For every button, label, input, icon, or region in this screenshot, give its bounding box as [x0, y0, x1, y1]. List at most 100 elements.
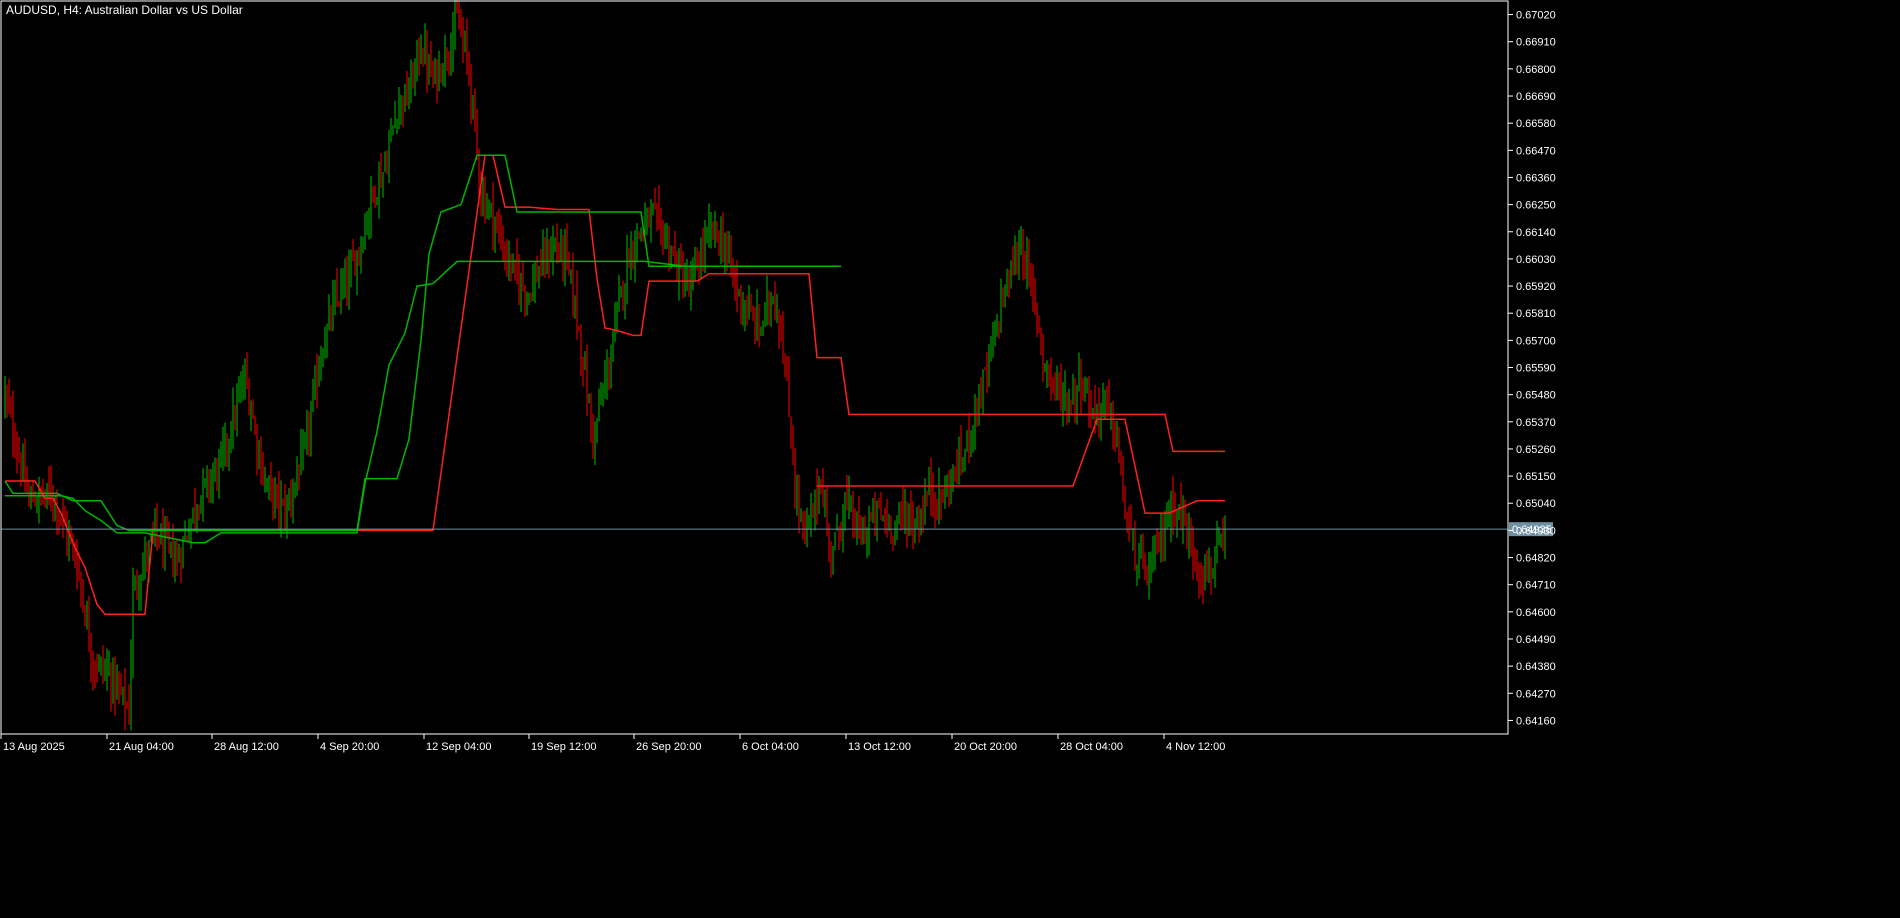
candle-body: [18, 454, 20, 459]
candle-body: [1046, 365, 1048, 368]
candle-body: [666, 235, 668, 240]
candlestick-series: [4, 0, 1226, 731]
price-chart[interactable]: 0.64935 0.67020 0.66910 0.66800 0.66690 0.66…: [0, 0, 1900, 913]
candle-body: [132, 586, 134, 660]
candle-body: [782, 331, 784, 364]
time-axis[interactable]: 13 Aug 2025 21 Aug 04:00 28 Aug 12:00 4 Sep…: [0, 734, 1225, 753]
y-tick-label: 0.66250: [1516, 200, 1556, 212]
candle-body: [650, 211, 652, 223]
candle-body: [792, 441, 794, 465]
candle-body: [1196, 560, 1198, 573]
candle-body: [982, 371, 984, 398]
candle-body: [1126, 513, 1128, 523]
candle-body: [498, 221, 500, 232]
candle-body: [276, 488, 278, 490]
candle-body: [1070, 404, 1072, 409]
candle-body: [372, 188, 374, 192]
candle-body: [12, 409, 14, 439]
candle-body: [928, 476, 930, 494]
candle-body: [694, 262, 696, 265]
x-tick-label: 26 Sep 20:00: [636, 741, 701, 753]
candle-body: [492, 202, 494, 232]
candle-body: [954, 468, 956, 475]
candle-body: [200, 496, 202, 513]
candle-body: [926, 495, 928, 497]
candle-body: [158, 537, 160, 545]
candle-body: [794, 462, 796, 489]
candle-body: [1086, 385, 1088, 391]
candle-body: [10, 409, 12, 413]
candle-body: [452, 34, 454, 55]
candle-body: [726, 249, 728, 251]
candle-body: [272, 480, 274, 506]
candle-body: [560, 237, 562, 252]
candle-body: [618, 293, 620, 304]
candle-body: [380, 172, 382, 186]
price-axis[interactable]: 0.67020 0.66910 0.66800 0.66690 0.66580 0.664…: [1508, 10, 1556, 728]
candle-body: [530, 294, 532, 300]
candle-body: [120, 685, 122, 693]
candle-body: [916, 525, 918, 528]
candle-body: [890, 520, 892, 537]
candle-body: [322, 357, 324, 360]
candle-body: [1066, 397, 1068, 414]
candle-body: [96, 669, 98, 671]
candle-body: [614, 317, 616, 337]
candle-body: [988, 353, 990, 372]
candle-body: [112, 666, 114, 696]
candle-body: [1220, 539, 1222, 543]
candle-body: [1024, 258, 1026, 273]
candle-body: [1000, 295, 1002, 326]
candle-body: [472, 96, 474, 102]
candle-body: [884, 513, 886, 520]
candle-body: [520, 276, 522, 293]
candle-body: [1072, 386, 1074, 405]
candle-body: [114, 662, 116, 695]
candle-body: [1102, 399, 1104, 410]
candle-body: [850, 500, 852, 502]
candle-body: [828, 533, 830, 544]
y-tick-label: 0.65150: [1516, 471, 1556, 483]
candle-body: [1114, 433, 1116, 443]
candle-body: [984, 367, 986, 369]
candle-body: [518, 274, 520, 293]
candle-body: [748, 306, 750, 320]
candle-body: [1162, 522, 1164, 545]
candle-body: [446, 53, 448, 60]
candle-body: [1094, 404, 1096, 414]
candle-body: [122, 687, 124, 691]
candle-body: [442, 71, 444, 79]
candle-body: [60, 516, 62, 520]
candle-body: [842, 520, 844, 535]
candle-body: [816, 489, 818, 505]
candle-body: [788, 377, 790, 416]
candle-body: [656, 208, 658, 210]
candle-body: [382, 172, 384, 185]
candle-body: [1064, 392, 1066, 394]
candle-body: [870, 520, 872, 522]
candle-body: [974, 395, 976, 431]
candle-body: [690, 276, 692, 296]
candle-body: [824, 508, 826, 510]
candle-body: [1006, 272, 1008, 295]
chart-title: AUDUSD, H4: Australian Dollar vs US Doll…: [6, 3, 243, 17]
candle-body: [602, 388, 604, 397]
candle-body: [290, 500, 292, 502]
candle-body: [482, 192, 484, 202]
candle-body: [598, 402, 600, 422]
candle-body: [306, 425, 308, 439]
candle-body: [636, 232, 638, 251]
candle-body: [1052, 378, 1054, 380]
candle-body: [894, 520, 896, 539]
x-tick-label: 19 Sep 12:00: [531, 741, 596, 753]
candle-body: [702, 244, 704, 255]
candle-body: [628, 251, 630, 268]
candle-body: [736, 277, 738, 295]
candle-body: [934, 499, 936, 509]
candle-body: [892, 536, 894, 539]
candle-body: [1012, 265, 1014, 274]
candle-body: [464, 40, 466, 44]
candle-body: [1076, 386, 1078, 404]
candle-body: [484, 191, 486, 214]
candle-body: [284, 503, 286, 523]
